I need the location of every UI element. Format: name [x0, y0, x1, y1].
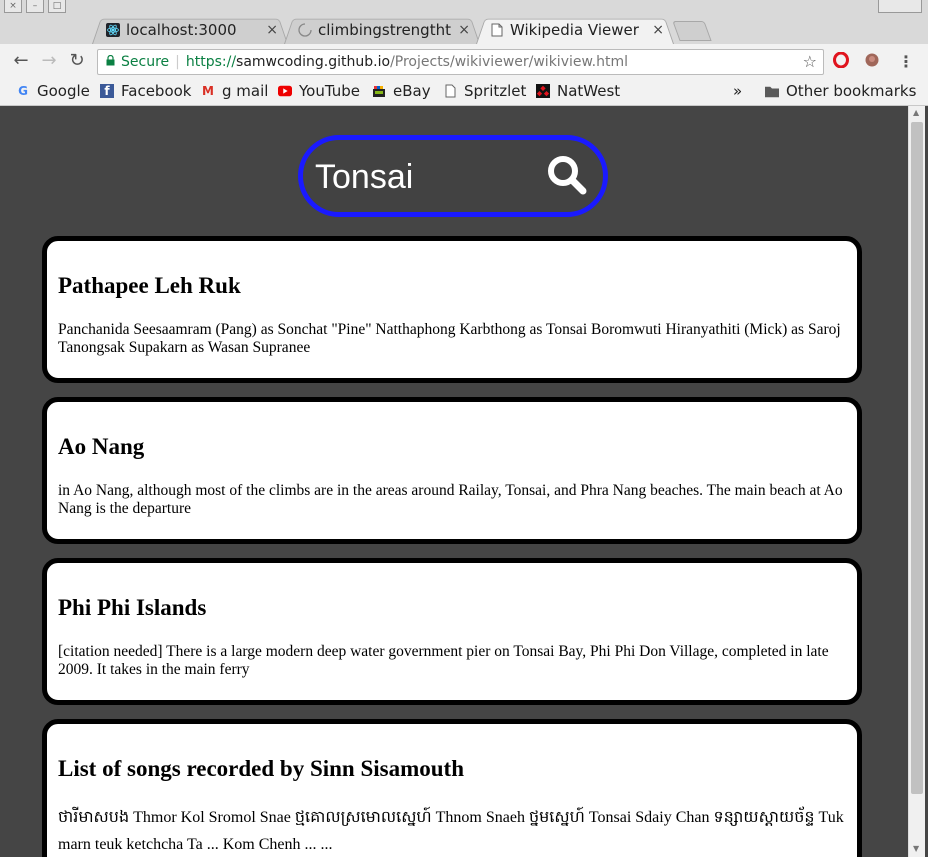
result-card[interactable]: Phi Phi Islands [citation needed] There …: [42, 558, 862, 705]
secure-label: Secure: [121, 54, 170, 70]
address-separator: |: [175, 54, 180, 70]
bookmark-google[interactable]: G Google: [16, 82, 90, 100]
maximize-window-icon[interactable]: □: [48, 0, 66, 13]
bookmark-natwest[interactable]: NatWest: [536, 82, 620, 100]
close-tab-icon[interactable]: ×: [458, 22, 470, 38]
result-title[interactable]: List of songs recorded by Sinn Sisamouth: [58, 756, 464, 782]
browser-toolbar: ← → ↻ Secure | https://samwcoding.github…: [0, 44, 928, 78]
bookmark-label: Google: [37, 82, 90, 100]
google-icon: G: [18, 84, 28, 98]
scrollbar-thumb[interactable]: [911, 122, 923, 794]
bookmarks-overflow-button[interactable]: »: [733, 82, 742, 100]
bookmark-label: Facebook: [121, 82, 192, 100]
close-tab-icon[interactable]: ×: [652, 22, 664, 38]
react-icon: [106, 23, 120, 37]
tab-title: Wikipedia Viewer: [510, 21, 639, 39]
folder-icon: [765, 84, 779, 98]
url-scheme: https://: [185, 54, 237, 70]
bookmark-youtube[interactable]: YouTube: [278, 82, 360, 100]
search-input[interactable]: [313, 154, 537, 200]
scroll-down-arrow-icon[interactable]: ▼: [913, 844, 919, 853]
bookmark-spritzlet[interactable]: Spritzlet: [443, 82, 526, 100]
gmail-icon: M: [202, 84, 214, 98]
extension-icon[interactable]: [864, 52, 880, 72]
back-arrow-icon[interactable]: ←: [10, 50, 32, 71]
result-card[interactable]: Pathapee Leh Ruk Panchanida Seesaamram (…: [42, 236, 862, 383]
scroll-up-arrow-icon[interactable]: ▲: [913, 108, 919, 117]
tab-wikipedia-viewer[interactable]: Wikipedia Viewer ×: [476, 16, 674, 44]
ebay-icon: [372, 84, 386, 98]
forward-arrow-icon[interactable]: →: [38, 50, 60, 71]
bookmark-gmail[interactable]: M g mail: [201, 82, 268, 100]
result-snippet: Panchanida Seesaamram (Pang) as Sonchat …: [58, 321, 841, 356]
bookmark-label: eBay: [393, 82, 431, 100]
result-snippet: [citation needed] There is a large moder…: [58, 643, 829, 678]
page-scrollbar[interactable]: ▲ ▼: [908, 106, 925, 857]
new-tab-button[interactable]: [672, 21, 712, 41]
tab-title: climbingstrengthtr: [318, 21, 453, 39]
url-host: samwcoding.github.io: [236, 54, 391, 70]
reload-icon[interactable]: ↻: [66, 50, 88, 71]
result-snippet: ថារីមាសបង Thmor Kol Sromol Snae ថ្មគោលស្…: [58, 809, 844, 853]
tab-localhost[interactable]: localhost:3000 ×: [92, 16, 288, 44]
facebook-icon: f: [100, 84, 114, 98]
page-icon: [443, 84, 457, 98]
youtube-icon: [278, 84, 292, 98]
result-title[interactable]: Phi Phi Islands: [58, 595, 206, 621]
bookmark-label: g mail: [222, 82, 269, 100]
result-title[interactable]: Ao Nang: [58, 434, 144, 460]
profile-button[interactable]: [878, 0, 922, 13]
page-icon: [490, 23, 504, 37]
minimize-window-icon[interactable]: –: [26, 0, 44, 13]
other-bookmarks-folder[interactable]: Other bookmarks: [765, 82, 916, 100]
address-bar[interactable]: Secure | https://samwcoding.github.io/Pr…: [97, 49, 824, 75]
lock-icon: [106, 50, 115, 74]
result-card[interactable]: Ao Nang in Ao Nang, although most of the…: [42, 397, 862, 544]
result-title[interactable]: Pathapee Leh Ruk: [58, 273, 241, 299]
natwest-icon: [536, 84, 550, 98]
bookmark-label: NatWest: [557, 82, 621, 100]
bookmark-facebook[interactable]: f Facebook: [100, 82, 191, 100]
close-window-icon[interactable]: ×: [4, 0, 22, 13]
url-path: /Projects/wikiviewer/wikiview.html: [390, 54, 628, 70]
tab-strip: × – □ localhost:3000 × climbingstrengtht…: [0, 0, 928, 44]
close-tab-icon[interactable]: ×: [266, 22, 278, 38]
tab-climbingstrength[interactable]: climbingstrengthtr ×: [284, 16, 480, 44]
search-icon[interactable]: [545, 154, 589, 198]
window-controls: × – □: [4, 0, 66, 13]
opera-extension-icon[interactable]: [833, 51, 849, 72]
result-snippet: in Ao Nang, although most of the climbs …: [58, 482, 843, 517]
bookmark-label: YouTube: [299, 82, 360, 100]
bookmark-ebay[interactable]: eBay: [372, 82, 431, 100]
loading-spinner-icon: [298, 23, 312, 37]
tab-title: localhost:3000: [126, 21, 237, 39]
menu-icon[interactable]: ⋮: [898, 52, 914, 71]
page-viewport: Pathapee Leh Ruk Panchanida Seesaamram (…: [4, 106, 908, 857]
bookmark-star-icon[interactable]: ☆: [803, 50, 817, 74]
search-box: [298, 135, 608, 217]
bookmark-label: Spritzlet: [464, 82, 527, 100]
bookmarks-bar: G Google f Facebook M g mail YouTube eBa…: [0, 78, 928, 106]
bookmark-label: Other bookmarks: [786, 82, 917, 100]
result-card[interactable]: List of songs recorded by Sinn Sisamouth…: [42, 719, 862, 857]
